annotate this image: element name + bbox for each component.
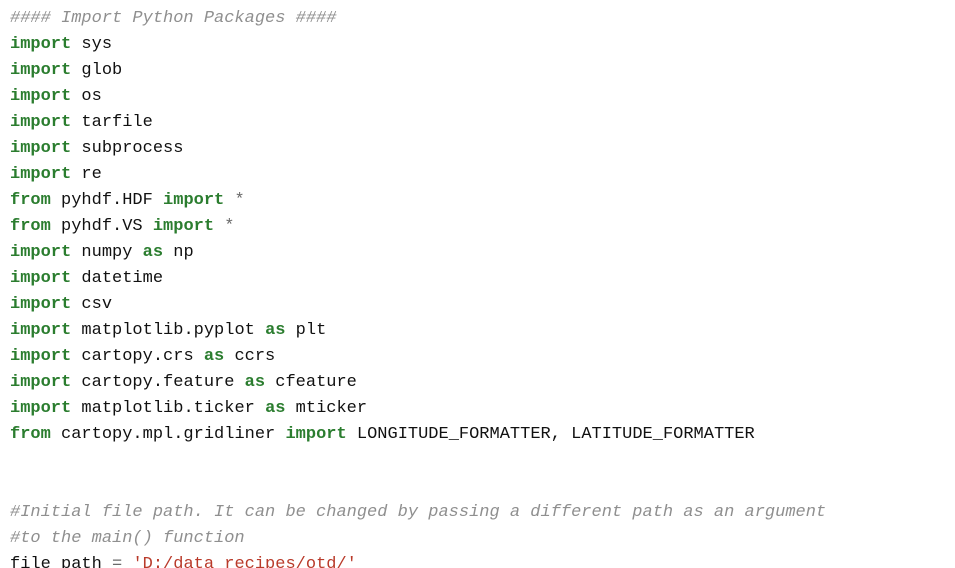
- star-operator: *: [234, 191, 244, 210]
- kw-import: import: [10, 35, 71, 54]
- module-cartopy-crs: cartopy.crs: [81, 347, 193, 366]
- comment-header: #### Import Python Packages ####: [10, 9, 336, 28]
- var-file-path: file_path: [10, 555, 102, 568]
- kw-from: from: [10, 425, 51, 444]
- kw-as: as: [245, 373, 265, 392]
- kw-import: import: [153, 217, 214, 236]
- kw-as: as: [265, 321, 285, 340]
- alias-np: np: [173, 243, 193, 262]
- kw-from: from: [10, 217, 51, 236]
- kw-import: import: [10, 243, 71, 262]
- star-operator: *: [224, 217, 234, 236]
- alias-mticker: mticker: [296, 399, 367, 418]
- kw-import: import: [10, 295, 71, 314]
- kw-as: as: [204, 347, 224, 366]
- module-matplotlib-ticker: matplotlib.ticker: [81, 399, 254, 418]
- module-glob: glob: [81, 61, 122, 80]
- kw-import: import: [285, 425, 346, 444]
- python-source-code: #### Import Python Packages #### import …: [0, 0, 955, 568]
- module-datetime: datetime: [81, 269, 163, 288]
- string-file-path-value: 'D:/data_recipes/otd/': [132, 555, 356, 568]
- module-cartopy-gridliner: cartopy.mpl.gridliner: [61, 425, 275, 444]
- alias-plt: plt: [296, 321, 327, 340]
- alias-ccrs: ccrs: [234, 347, 275, 366]
- kw-as: as: [265, 399, 285, 418]
- alias-cfeature: cfeature: [275, 373, 357, 392]
- module-csv: csv: [81, 295, 112, 314]
- kw-import: import: [10, 399, 71, 418]
- kw-import: import: [10, 139, 71, 158]
- import-formatters: LONGITUDE_FORMATTER, LATITUDE_FORMATTER: [357, 425, 755, 444]
- comment-path-1: #Initial file path. It can be changed by…: [10, 503, 826, 522]
- module-sys: sys: [81, 35, 112, 54]
- kw-import: import: [10, 113, 71, 132]
- kw-import: import: [10, 87, 71, 106]
- kw-import: import: [10, 61, 71, 80]
- kw-import: import: [163, 191, 224, 210]
- kw-as: as: [143, 243, 163, 262]
- comment-path-2: #to the main() function: [10, 529, 245, 548]
- module-pyhdf-vs: pyhdf.VS: [61, 217, 143, 236]
- kw-import: import: [10, 165, 71, 184]
- module-numpy: numpy: [81, 243, 132, 262]
- module-re: re: [81, 165, 101, 184]
- kw-import: import: [10, 321, 71, 340]
- module-matplotlib-pyplot: matplotlib.pyplot: [81, 321, 254, 340]
- equals-operator: =: [112, 555, 122, 568]
- module-os: os: [81, 87, 101, 106]
- module-cartopy-feature: cartopy.feature: [81, 373, 234, 392]
- kw-import: import: [10, 373, 71, 392]
- kw-from: from: [10, 191, 51, 210]
- kw-import: import: [10, 347, 71, 366]
- module-subprocess: subprocess: [81, 139, 183, 158]
- module-pyhdf-hdf: pyhdf.HDF: [61, 191, 153, 210]
- kw-import: import: [10, 269, 71, 288]
- module-tarfile: tarfile: [81, 113, 152, 132]
